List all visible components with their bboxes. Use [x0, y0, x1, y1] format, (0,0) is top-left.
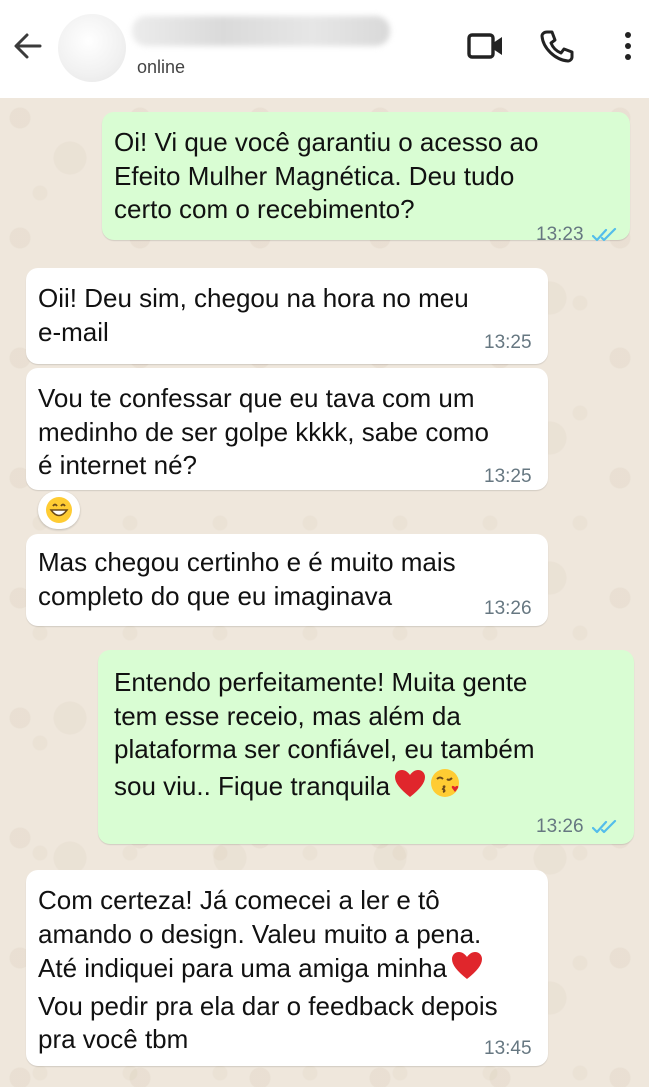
contact-status: online [137, 57, 186, 77]
message-time: 13:25 [484, 332, 532, 353]
message-bubble-outgoing[interactable]: Entendo perfeitamente! Muita gente tem e… [98, 650, 634, 844]
message-text: Com certeza! Já comecei a ler e tô amand… [38, 885, 498, 1054]
message-bubble-incoming[interactable]: Com certeza! Já comecei a ler e tô amand… [26, 870, 548, 1066]
grinning-face-icon [46, 497, 72, 523]
message-reaction[interactable] [38, 491, 80, 529]
message-time: 13:25 [484, 466, 532, 487]
video-call-icon[interactable] [466, 28, 506, 64]
chat-header: online [0, 0, 649, 98]
message-text: Oi! Vi que você garantiu o acesso ao Efe… [114, 127, 539, 224]
message-text: Mas chegou certinho e é muito mais compl… [38, 547, 456, 611]
message-bubble-incoming[interactable]: Mas chegou certinho e é muito mais compl… [26, 534, 548, 626]
message-bubble-incoming[interactable]: Oii! Deu sim, chegou na hora no meu e-ma… [26, 268, 548, 364]
phone-icon[interactable] [537, 28, 577, 64]
message-time: 13:45 [484, 1038, 532, 1059]
chat-area[interactable]: Oi! Vi que você garantiu o acesso ao Efe… [0, 98, 649, 1087]
message-time: 13:23 [536, 224, 584, 245]
red-heart-icon [451, 951, 483, 990]
message-text: Entendo perfeitamente! Muita gente tem e… [114, 666, 535, 807]
double-check-icon [592, 227, 617, 242]
red-heart-icon [394, 769, 426, 808]
contact-name-blurred[interactable] [132, 16, 390, 46]
back-arrow-icon[interactable] [10, 28, 46, 64]
more-options-icon[interactable] [610, 28, 646, 64]
message-text: Vou te confessar que eu tava com um medi… [38, 383, 489, 480]
kiss-face-icon [430, 767, 462, 808]
contact-avatar[interactable] [58, 14, 126, 82]
double-check-icon [592, 819, 617, 834]
message-time: 13:26 [484, 598, 532, 619]
message-time: 13:26 [536, 816, 584, 837]
message-bubble-outgoing[interactable]: Oi! Vi que você garantiu o acesso ao Efe… [102, 112, 630, 245]
message-bubble-incoming[interactable]: Vou te confessar que eu tava com um medi… [26, 368, 548, 490]
message-text: Oii! Deu sim, chegou na hora no meu e-ma… [38, 283, 469, 347]
